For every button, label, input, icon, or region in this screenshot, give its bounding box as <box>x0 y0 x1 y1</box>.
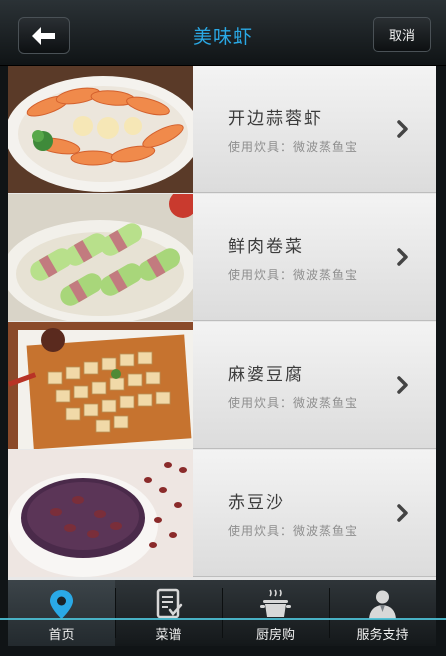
recipe-cookware: 使用炊具：微波蒸鱼宝 <box>228 396 359 410</box>
recipe-list: 开边蒜蓉虾 使用炊具：微波蒸鱼宝 鲜肉卷菜 使用炊具：微波蒸鱼宝 麻婆豆腐 使用… <box>8 66 436 580</box>
recipe-cookware: 使用炊具：微波蒸鱼宝 <box>228 524 359 538</box>
recipe-image-shrimp <box>8 66 193 193</box>
tab-label: 厨房购 <box>255 628 295 643</box>
tab-label: 菜谱 <box>155 628 182 643</box>
recipe-book-icon <box>156 588 183 619</box>
chevron-right-icon <box>397 120 408 138</box>
bottom-accent-line <box>0 618 446 620</box>
recipe-row[interactable]: 麻婆豆腐 使用炊具：微波蒸鱼宝 <box>8 322 436 449</box>
tab-home[interactable]: 首页 <box>8 580 115 646</box>
cooking-pot-icon <box>260 589 291 617</box>
app-window: 美味虾 取消 开边蒜蓉虾 使用炊具：微波蒸鱼宝 鲜肉卷菜 使用炊具：微波蒸鱼宝 … <box>0 0 446 656</box>
user-support-icon <box>369 590 396 619</box>
recipe-name: 鲜肉卷菜 <box>228 237 304 257</box>
recipe-image-red-bean-paste <box>8 450 193 577</box>
tab-label: 首页 <box>48 628 75 643</box>
cancel-button[interactable]: 取消 <box>373 17 431 52</box>
recipe-row[interactable]: 赤豆沙 使用炊具：微波蒸鱼宝 <box>8 450 436 577</box>
recipe-name: 赤豆沙 <box>228 493 285 513</box>
recipe-cookware: 使用炊具：微波蒸鱼宝 <box>228 268 359 282</box>
tab-recipes[interactable]: 菜谱 <box>115 580 222 646</box>
recipe-name: 开边蒜蓉虾 <box>228 109 323 129</box>
tab-kitchen-shop[interactable]: 厨房购 <box>222 580 329 646</box>
recipe-image-mapo-tofu <box>8 322 193 449</box>
location-pin-icon <box>50 590 73 619</box>
tab-service-support[interactable]: 服务支持 <box>329 580 436 646</box>
chevron-right-icon <box>397 248 408 266</box>
chevron-right-icon <box>397 376 408 394</box>
recipe-cookware: 使用炊具：微波蒸鱼宝 <box>228 140 359 154</box>
bottom-tab-bar: 首页 菜谱 厨房购 服务支持 <box>8 580 436 646</box>
recipe-name: 麻婆豆腐 <box>228 365 304 385</box>
chevron-right-icon <box>397 504 408 522</box>
tab-label: 服务支持 <box>356 628 409 643</box>
top-navigation-bar: 美味虾 取消 <box>0 0 446 66</box>
recipe-row[interactable]: 开边蒜蓉虾 使用炊具：微波蒸鱼宝 <box>8 66 436 193</box>
recipe-row[interactable]: 鲜肉卷菜 使用炊具：微波蒸鱼宝 <box>8 194 436 321</box>
recipe-image-meat-rolls <box>8 194 193 321</box>
